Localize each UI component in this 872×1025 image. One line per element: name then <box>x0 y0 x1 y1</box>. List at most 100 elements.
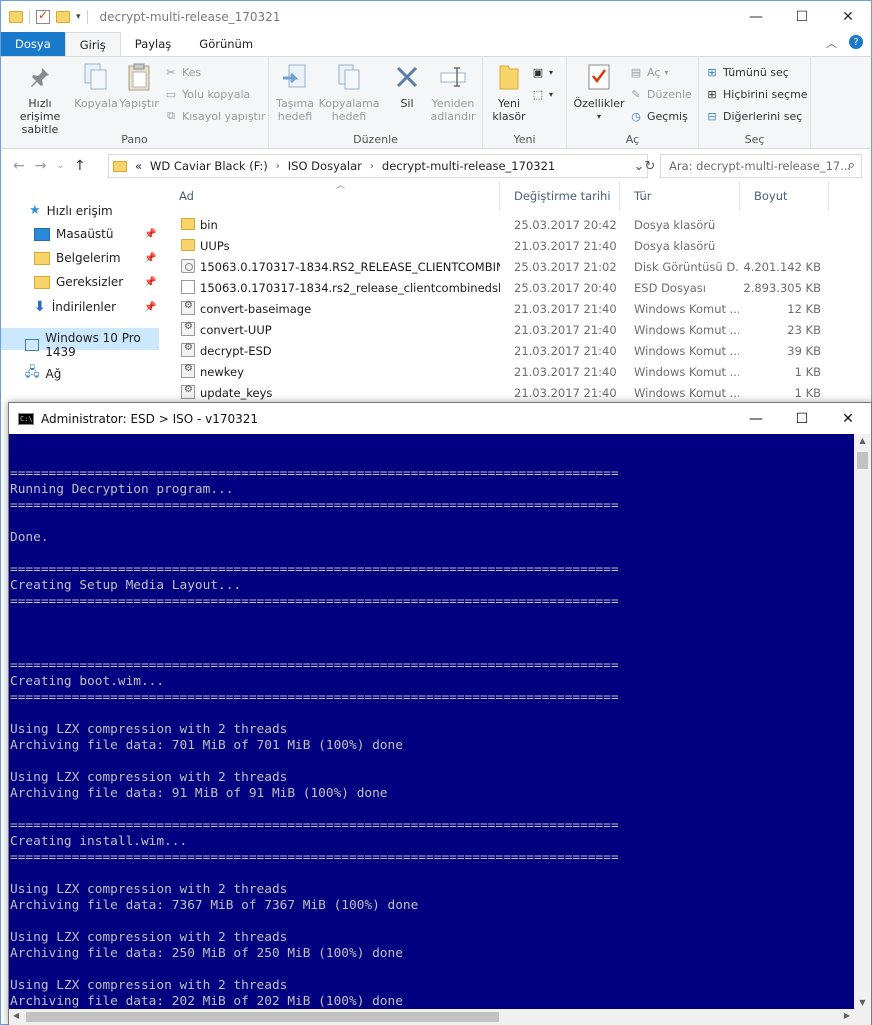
address-bar[interactable]: « WD Caviar Black (F:) › ISO Dosyalar › … <box>108 154 648 178</box>
console-line: Archiving file data: 7367 MiB of 7367 Mi… <box>10 898 419 913</box>
select-all-button[interactable]: ⊞ Tümünü seç <box>705 63 788 81</box>
file-row[interactable]: 15063.0.170317-1834.rs2_release_clientco… <box>161 277 855 298</box>
file-size: 12 KB <box>787 301 821 316</box>
scroll-left-icon[interactable]: ◀ <box>13 1011 19 1020</box>
tab-file[interactable]: Dosya <box>1 32 65 56</box>
rename-icon <box>437 61 469 93</box>
search-input[interactable]: Ara: decrypt-multi-release_17... ⌕ <box>660 154 862 178</box>
file-row[interactable]: decrypt-ESD 21.03.2017 21:40 Windows Komut… <box>161 340 855 361</box>
file-row[interactable]: update_keys 21.03.2017 21:40 Windows Komut… <box>161 382 855 403</box>
nav-desktop[interactable]: Masaüstü 📌 <box>34 227 156 241</box>
new-item-button[interactable]: ▣ ▾ <box>531 63 553 81</box>
horizontal-scrollbar[interactable]: ◀ ▶ <box>9 1009 854 1025</box>
file-row[interactable]: convert-UUP 21.03.2017 21:40 Windows Komut… <box>161 319 855 340</box>
maximize-button[interactable]: ☐ <box>779 1 825 32</box>
select-group: ⊞ Tümünü seç ⊞ Hiçbirini seçme ⊟ Diğerle… <box>699 57 811 149</box>
copy-to-button[interactable]: Kopyalama hedefi <box>319 61 379 123</box>
pin-icon[interactable]: 📌 <box>144 277 156 288</box>
copy-path-button[interactable]: ▭ Yolu kopyala <box>164 85 250 103</box>
command-prompt-icon[interactable]: C:\ <box>18 412 34 425</box>
cmd-icon <box>181 342 195 357</box>
help-icon[interactable]: ? <box>849 35 863 49</box>
breadcrumb-drive[interactable]: WD Caviar Black (F:) <box>150 159 268 173</box>
cut-button[interactable]: ✂ Kes <box>164 63 201 81</box>
pin-icon[interactable]: 📌 <box>144 302 156 313</box>
window-title: decrypt-multi-release_170321 <box>99 9 281 24</box>
scroll-down-icon[interactable]: ▼ <box>854 998 871 1007</box>
folder-icon <box>9 10 23 23</box>
up-arrow-icon[interactable]: ↑ <box>74 158 86 174</box>
new-group: Yeni klasör ▣ ▾ ⬚ ▾ Yeni <box>483 57 567 149</box>
group-label: Yeni <box>513 133 536 146</box>
file-row[interactable]: UUPs 21.03.2017 21:40 Dosya klasörü <box>161 235 855 256</box>
nav-this-pc[interactable]: Windows 10 Pro 1439 <box>25 331 159 359</box>
tab-home[interactable]: Giriş <box>64 32 121 56</box>
open-button[interactable]: ▤ Aç ▾ <box>629 63 669 81</box>
file-row[interactable]: convert-baseimage 21.03.2017 21:40 Windows… <box>161 298 855 319</box>
invert-selection-button[interactable]: ⊟ Diğerlerini seç <box>705 107 802 125</box>
breadcrumb-overflow[interactable]: « <box>135 159 142 173</box>
file-name: 15063.0.170317-1834.RS2_RELEASE_CLIENTCO… <box>200 259 500 274</box>
properties-button[interactable]: Özellikler ▾ <box>571 61 627 123</box>
delete-button[interactable]: Sil <box>387 61 427 110</box>
new-folder-button[interactable]: Yeni klasör <box>487 61 531 123</box>
nav-quick-access[interactable]: ★ Hızlı erişim <box>29 203 113 218</box>
breadcrumb-current[interactable]: decrypt-multi-release_170321 <box>382 159 555 173</box>
paste-shortcut-button[interactable]: ⧉ Kısayol yapıştır <box>164 107 265 125</box>
maximize-button[interactable]: ☐ <box>779 403 825 434</box>
file-row[interactable]: newkey 21.03.2017 21:40 Windows Komut ... 1… <box>161 361 855 382</box>
rename-button[interactable]: Yeniden adlandır <box>427 61 479 123</box>
new-folder-quick-icon[interactable] <box>56 10 70 23</box>
collapse-ribbon-icon[interactable]: ︿ <box>826 35 837 51</box>
properties-quick-icon[interactable] <box>36 8 50 24</box>
easy-access-button[interactable]: ⬚ ▾ <box>531 85 553 103</box>
scrollbar-corner <box>854 1009 871 1025</box>
pin-icon[interactable]: 📌 <box>144 229 156 240</box>
move-to-button[interactable]: Taşıma hedefi <box>273 61 317 123</box>
pin-icon[interactable]: 📌 <box>144 253 156 264</box>
column-header-size[interactable]: Boyut <box>740 182 829 210</box>
nav-network[interactable]: 🖧 Ağ <box>25 363 61 385</box>
clipboard-group: Hızlı erişime sabitle Kopyala Yapıştır ✂ <box>1 57 269 149</box>
minimize-button[interactable]: — <box>733 1 779 32</box>
nav-label: Windows 10 Pro 1439 <box>45 331 141 359</box>
scroll-up-icon[interactable]: ▲ <box>854 436 871 445</box>
refresh-icon[interactable]: ↻ <box>641 154 659 178</box>
file-row[interactable]: bin 25.03.2017 20:42 Dosya klasörü <box>161 214 855 235</box>
paste-button[interactable]: Yapıştır <box>119 61 159 110</box>
forward-arrow-icon[interactable]: → <box>35 158 47 174</box>
close-button[interactable]: ✕ <box>825 1 871 32</box>
edit-button[interactable]: ✎ Düzenle <box>629 85 691 103</box>
nav-downloads[interactable]: ⬇ İndirilenler 📌 <box>34 299 156 315</box>
invert-selection-icon: ⊟ <box>707 109 717 123</box>
column-header-name[interactable]: Ad <box>161 182 500 210</box>
disc-icon <box>181 259 195 273</box>
file-size: 1 KB <box>794 385 821 400</box>
file-row[interactable]: 15063.0.170317-1834.RS2_RELEASE_CLIENTCO… <box>161 256 855 277</box>
scroll-thumb[interactable] <box>26 1012 499 1022</box>
tab-view[interactable]: Görünüm <box>185 32 267 56</box>
chevron-right-icon[interactable]: › <box>276 161 280 172</box>
tab-share[interactable]: Paylaş <box>121 32 186 56</box>
scroll-right-icon[interactable]: ▶ <box>844 1011 850 1020</box>
minimize-button[interactable]: — <box>733 403 779 434</box>
chevron-right-icon[interactable]: › <box>370 161 374 172</box>
select-none-button[interactable]: ⊞ Hiçbirini seçme <box>705 85 807 103</box>
copy-button[interactable]: Kopyala <box>74 61 118 110</box>
customize-toolbar-icon[interactable]: ▾ <box>76 12 81 22</box>
console-output[interactable]: ========================================… <box>9 434 854 1009</box>
column-header-type[interactable]: Tür <box>620 182 740 210</box>
nav-documents[interactable]: Belgelerim 📌 <box>34 251 156 265</box>
search-icon[interactable]: ⌕ <box>848 158 855 173</box>
pin-quick-access-button[interactable]: Hızlı erişime sabitle <box>7 61 73 136</box>
breadcrumb-iso-folder[interactable]: ISO Dosyalar <box>288 159 362 173</box>
recent-locations-icon[interactable]: ⌄ <box>56 158 64 174</box>
history-button[interactable]: ◷ Geçmiş <box>629 107 688 125</box>
nav-gereksizler[interactable]: Gereksizler 📌 <box>34 275 156 289</box>
vertical-scrollbar[interactable]: ▲ ▼ <box>854 434 871 1009</box>
close-button[interactable]: ✕ <box>825 403 871 434</box>
column-header-date[interactable]: Değiştirme tarihi <box>500 182 620 210</box>
back-arrow-icon[interactable]: ← <box>13 158 25 174</box>
nav-label: Masaüstü <box>56 227 114 241</box>
scroll-thumb[interactable] <box>857 452 868 469</box>
